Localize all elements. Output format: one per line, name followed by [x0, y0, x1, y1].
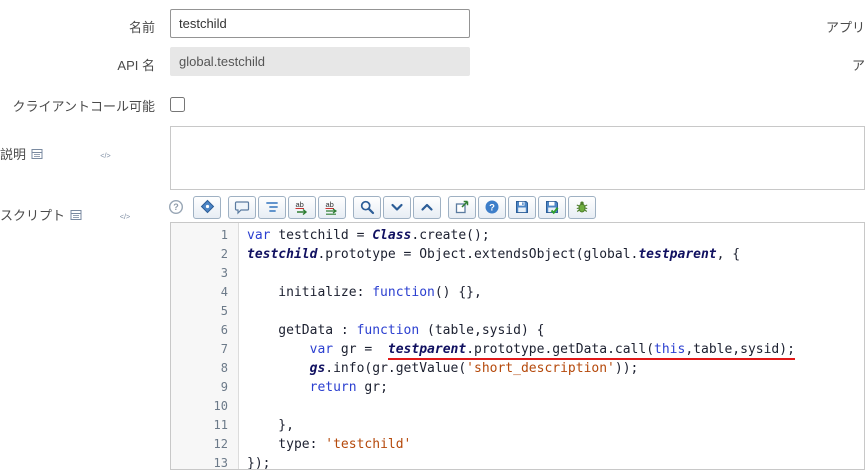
replace-all-icon: ab	[324, 199, 340, 215]
description-field-label: 説明 </>	[0, 144, 155, 163]
replace-all-button[interactable]: ab	[318, 195, 346, 219]
line-number: 1	[220, 228, 228, 242]
line-number: 8	[220, 361, 228, 375]
line-number: 4	[220, 285, 228, 299]
client-callable-field-label-text: クライアントコール可能	[12, 99, 155, 114]
script-editor: 1 2 3 4 5 6 7 8 9 10 11 12 13 var testchild = Class.…	[170, 222, 865, 470]
floppy-check-icon	[544, 199, 560, 215]
toggle-syntax-editor-button[interactable]	[193, 195, 221, 219]
code-line: },	[247, 418, 294, 433]
find-next-button[interactable]	[383, 195, 411, 219]
chevron-up-icon	[419, 199, 435, 215]
floppy-icon	[514, 199, 530, 215]
format-lines-icon	[264, 199, 280, 215]
format-code-button[interactable]	[258, 195, 286, 219]
check-syntax-button[interactable]	[538, 195, 566, 219]
application-field-label: アプリ	[826, 20, 865, 35]
toolbar-group: ?	[448, 195, 596, 219]
translate-field-icon[interactable]	[70, 209, 82, 221]
line-number: 10	[213, 399, 228, 413]
help-circle-icon: ?	[168, 199, 184, 215]
line-number: 5	[220, 304, 228, 318]
toolbar-group	[193, 195, 221, 219]
code-tag-icon[interactable]: </>	[48, 148, 155, 159]
svg-text:?: ?	[489, 203, 495, 214]
script-toolbar: ? ab ab?	[166, 194, 596, 220]
line-number: 3	[220, 266, 228, 280]
code-tag-icon[interactable]: </>	[87, 209, 155, 220]
api-name-field-label-text: API 名	[117, 58, 155, 73]
bug-icon	[574, 199, 590, 215]
line-number: 2	[220, 247, 228, 261]
svg-text:ab: ab	[296, 200, 304, 209]
help-button[interactable]: ?	[478, 195, 506, 219]
search-button[interactable]	[353, 195, 381, 219]
api-name-value: global.testchild	[170, 47, 470, 76]
line-number: 12	[213, 437, 228, 451]
application-field-label-2: ア	[852, 58, 865, 73]
toolbar-group: ab ab	[228, 195, 346, 219]
client-callable-field-label: クライアントコール可能	[0, 96, 155, 115]
line-number: 9	[220, 380, 228, 394]
description-textarea[interactable]	[170, 126, 865, 190]
client-callable-checkbox[interactable]	[170, 97, 185, 112]
name-field-label: 名前	[0, 17, 155, 36]
svg-text:</>: </>	[100, 151, 110, 159]
popout-icon	[454, 199, 470, 215]
api-name-field-label: API 名	[0, 55, 155, 74]
open-in-new-window-button[interactable]	[448, 195, 476, 219]
script-field-label-text: スクリプト	[0, 208, 66, 223]
code-line: });	[247, 456, 271, 469]
toolbar-group	[353, 195, 441, 219]
line-number: 13	[213, 456, 228, 470]
editor-gutter: 1 2 3 4 5 6 7 8 9 10 11 12 13	[171, 223, 239, 469]
name-field-label-text: 名前	[128, 20, 155, 35]
chevron-down-icon	[389, 199, 405, 215]
code-line: var gr = testparent.prototype.getData.ca…	[247, 340, 864, 360]
script-include-form: 名前 API 名 global.testchild クライアントコール可能 説明…	[0, 0, 865, 476]
svg-text:?: ?	[173, 202, 179, 212]
toggle-comment-button[interactable]	[228, 195, 256, 219]
code-line: var testchild = Class.create();	[247, 228, 490, 243]
code-line: testchild.prototype = Object.extendsObje…	[247, 247, 741, 262]
svg-text:ab: ab	[326, 200, 334, 209]
find-previous-button[interactable]	[413, 195, 441, 219]
line-number: 7	[220, 342, 228, 356]
svg-text:</>: </>	[120, 212, 130, 220]
help-filled-icon: ?	[484, 199, 500, 215]
editor-code[interactable]: var testchild = Class.create(); testchild…	[239, 223, 864, 469]
syntax-tag-icon	[199, 199, 215, 215]
script-debugger-button[interactable]	[568, 195, 596, 219]
toolbar-group: ?	[166, 196, 186, 219]
description-field-label-text: 説明	[0, 147, 27, 162]
magnifier-icon	[359, 199, 375, 215]
save-button[interactable]	[508, 195, 536, 219]
line-number: 6	[220, 323, 228, 337]
code-line: gs.info(gr.getValue('short_description')…	[309, 361, 639, 376]
code-line: type: 'testchild'	[247, 437, 412, 452]
replace-button[interactable]: ab	[288, 195, 316, 219]
code-line: return gr;	[309, 380, 388, 395]
comment-bubble-icon	[234, 199, 250, 215]
replace-icon: ab	[294, 199, 310, 215]
name-input[interactable]	[170, 9, 470, 38]
line-number: 11	[213, 418, 228, 432]
code-line: initialize: function() {},	[247, 285, 482, 300]
code-line: getData : function (table,sysid) {	[247, 323, 545, 338]
field-help-button[interactable]: ?	[166, 196, 186, 219]
script-field-label: スクリプト </>	[0, 205, 155, 224]
translate-field-icon[interactable]	[31, 148, 43, 160]
